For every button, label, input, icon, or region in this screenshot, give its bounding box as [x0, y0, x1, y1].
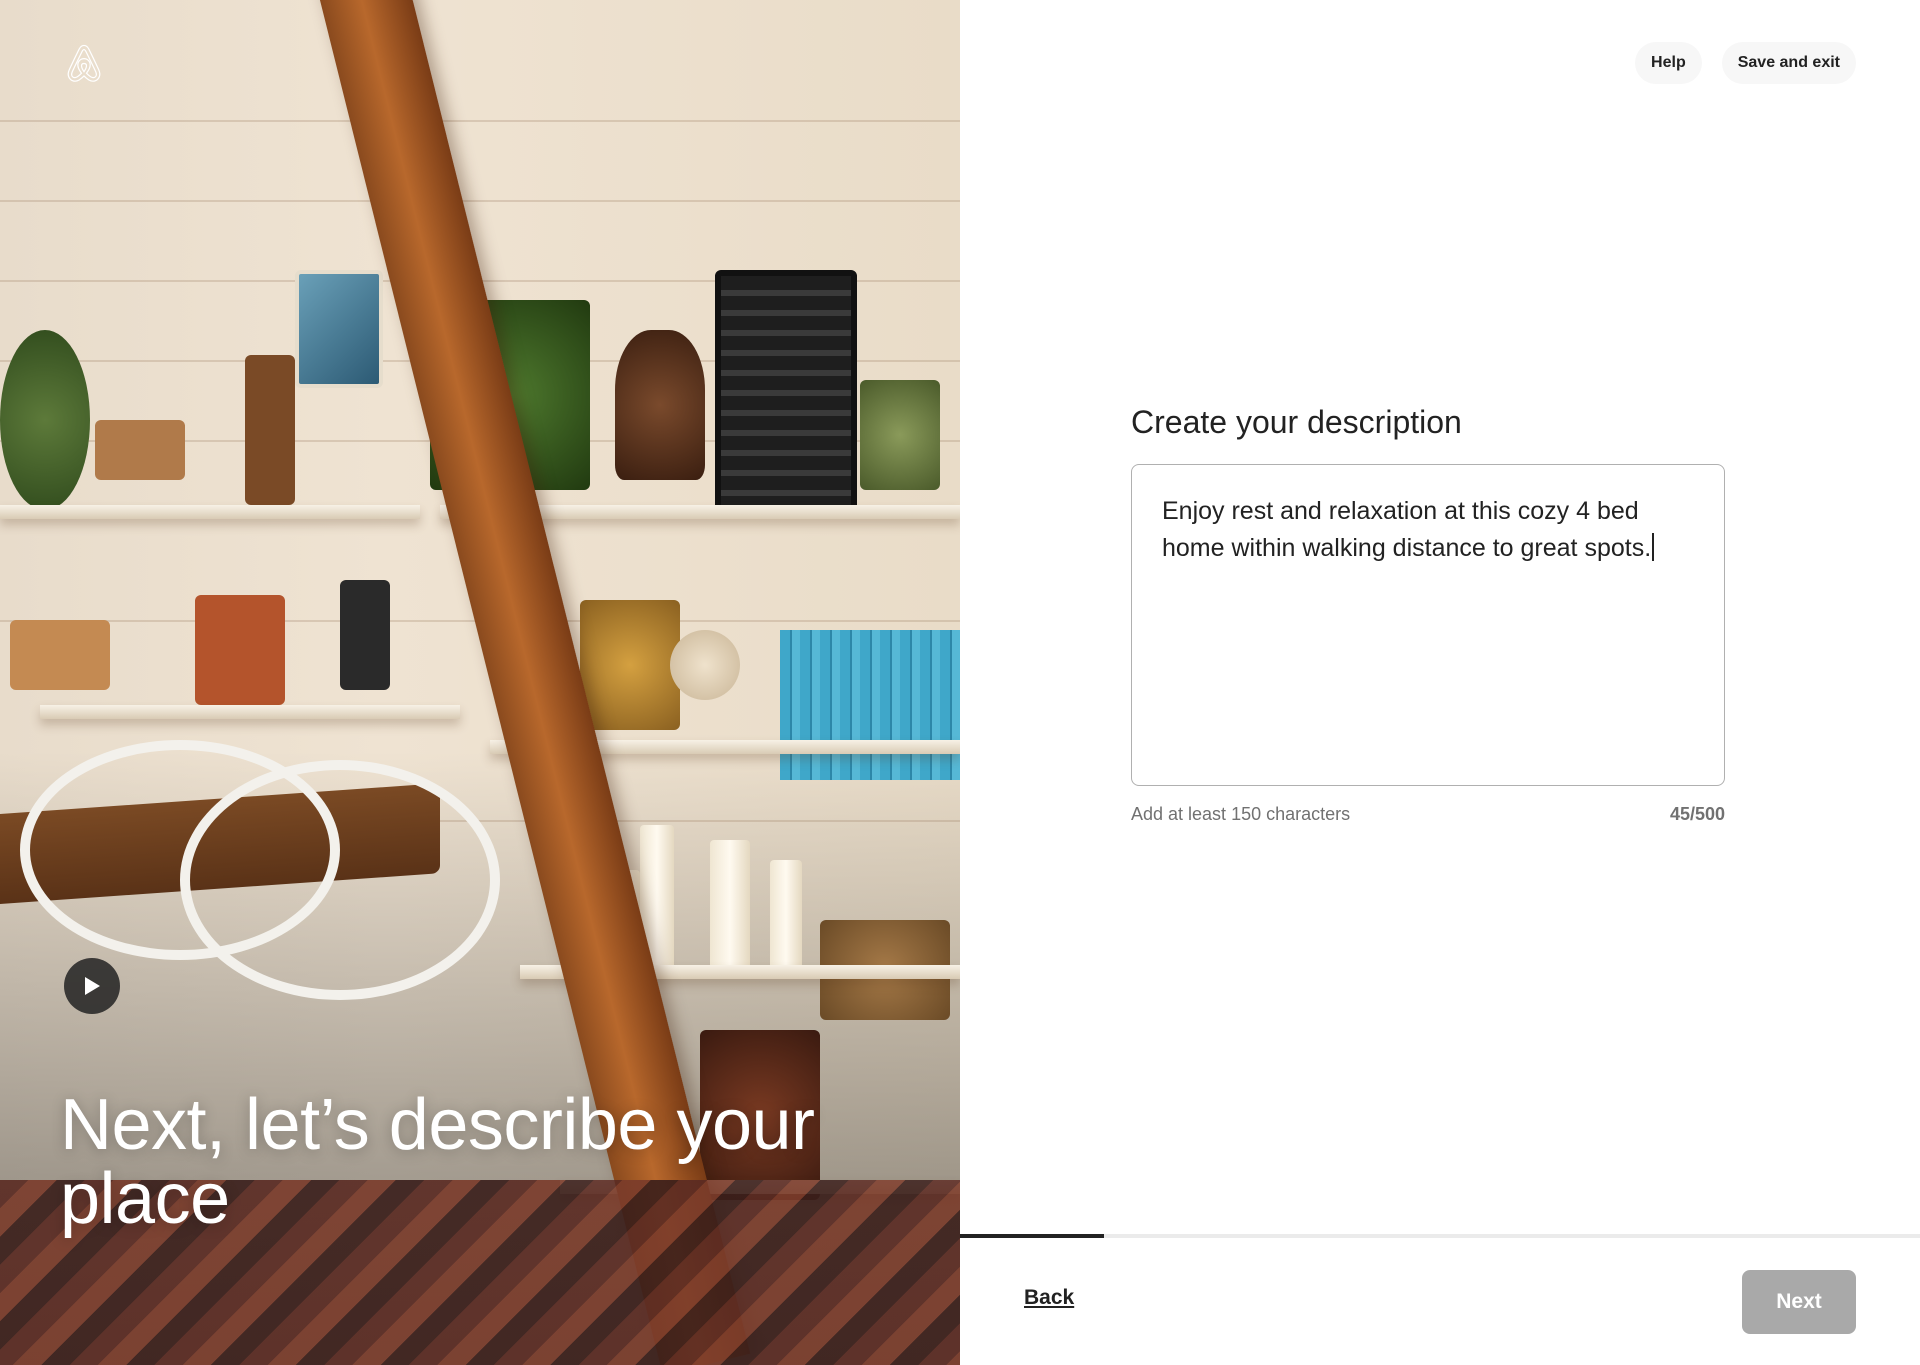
- blue-books-decor: [780, 630, 960, 780]
- hero-video-panel: Next, let’s describe your place: [0, 0, 960, 1365]
- chair: [180, 760, 500, 1000]
- wall-plank: [0, 120, 960, 122]
- form-title: Create your description: [1131, 404, 1462, 440]
- abacus-decor: [245, 355, 295, 505]
- air-plant-decor: [860, 380, 940, 490]
- cups-decor: [10, 620, 110, 690]
- header-actions: Help Save and exit: [1635, 42, 1856, 84]
- airbnb-logo-icon[interactable]: [62, 40, 106, 88]
- abacus-large-decor: [715, 270, 857, 512]
- play-video-button[interactable]: [64, 958, 120, 1014]
- painting-decor: [295, 270, 383, 388]
- help-button[interactable]: Help: [1635, 42, 1702, 84]
- book-decor: [195, 595, 285, 705]
- shelf: [40, 705, 460, 719]
- description-form: Create your description Enjoy rest and r…: [1131, 402, 1725, 825]
- pottery-decor: [95, 420, 185, 480]
- min-characters-hint: Add at least 150 characters: [1131, 804, 1351, 824]
- footer: Back Next: [960, 1234, 1920, 1365]
- back-button[interactable]: Back: [1024, 1286, 1074, 1310]
- hero-title: Next, let’s describe your place: [60, 1085, 815, 1240]
- candle: [710, 840, 750, 970]
- coral-decor: [670, 630, 740, 700]
- description-text: Enjoy rest and relaxation at this cozy 4…: [1162, 497, 1652, 562]
- shelf: [0, 505, 420, 519]
- wall-plank: [0, 200, 960, 202]
- play-icon: [85, 977, 100, 995]
- brass-figure-decor: [580, 600, 680, 730]
- bust-decor: [615, 330, 705, 480]
- candle: [770, 860, 802, 970]
- abacus-small-decor: [340, 580, 390, 690]
- progress-bar: [960, 1234, 1920, 1238]
- listing-description-page: Next, let’s describe your place Help Sav…: [0, 0, 1920, 1365]
- progress-bar-fill: [960, 1234, 1104, 1238]
- next-button[interactable]: Next: [1742, 1270, 1856, 1334]
- hint-row: Add at least 150 characters 45/500: [1131, 804, 1725, 825]
- character-count: 45/500: [1669, 804, 1725, 824]
- text-caret: [1652, 533, 1655, 561]
- save-and-exit-button[interactable]: Save and exit: [1721, 42, 1856, 84]
- description-textarea[interactable]: Enjoy rest and relaxation at this cozy 4…: [1131, 464, 1725, 786]
- form-panel: Help Save and exit Create your descripti…: [960, 0, 1920, 1365]
- plant-decor: [0, 330, 90, 510]
